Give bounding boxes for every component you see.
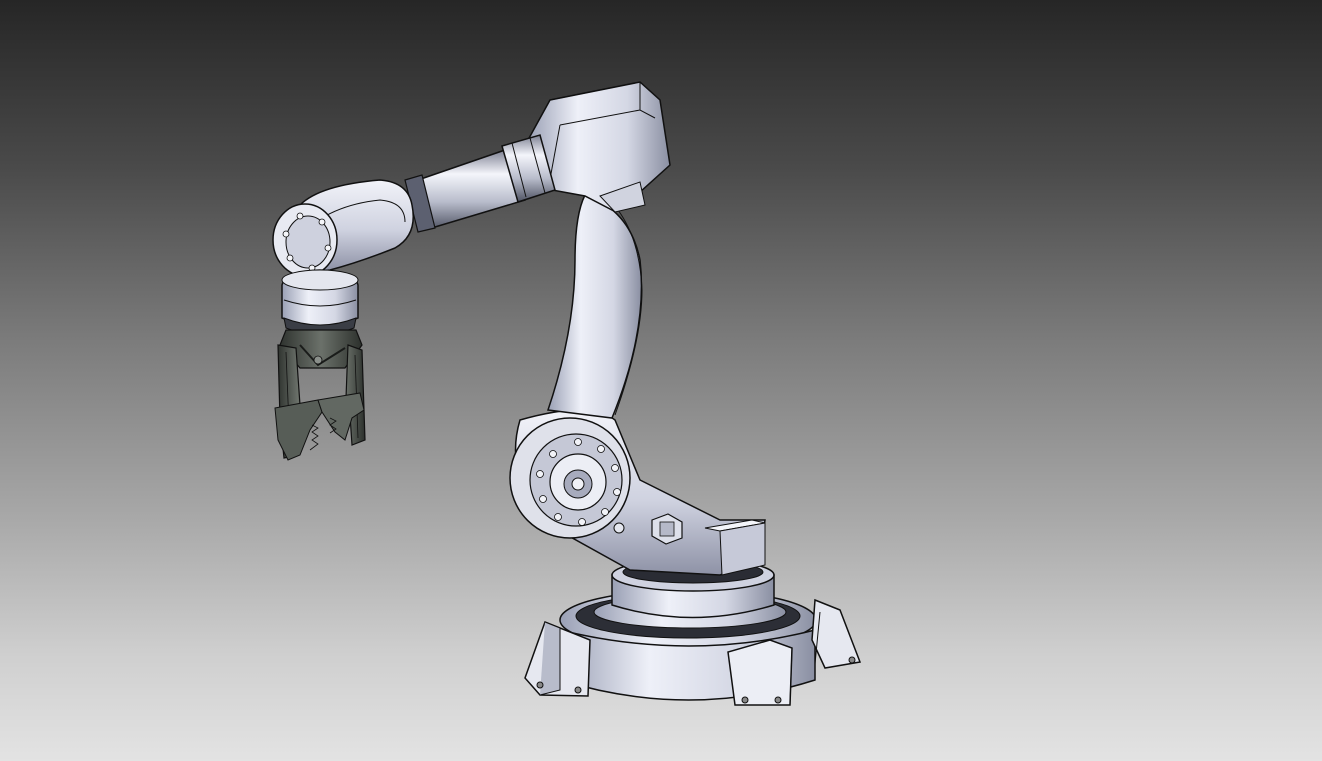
wrist-link[interactable] <box>272 179 414 277</box>
cad-viewport[interactable] <box>0 0 1322 761</box>
forearm-tube[interactable] <box>404 134 556 233</box>
robot-arm-model[interactable] <box>0 0 1322 761</box>
wrist-rotator[interactable] <box>281 269 359 336</box>
upper-arm-link[interactable] <box>546 194 643 419</box>
shoulder-link[interactable] <box>509 409 766 576</box>
gripper[interactable] <box>274 329 366 461</box>
base-foot-front[interactable] <box>727 639 793 706</box>
